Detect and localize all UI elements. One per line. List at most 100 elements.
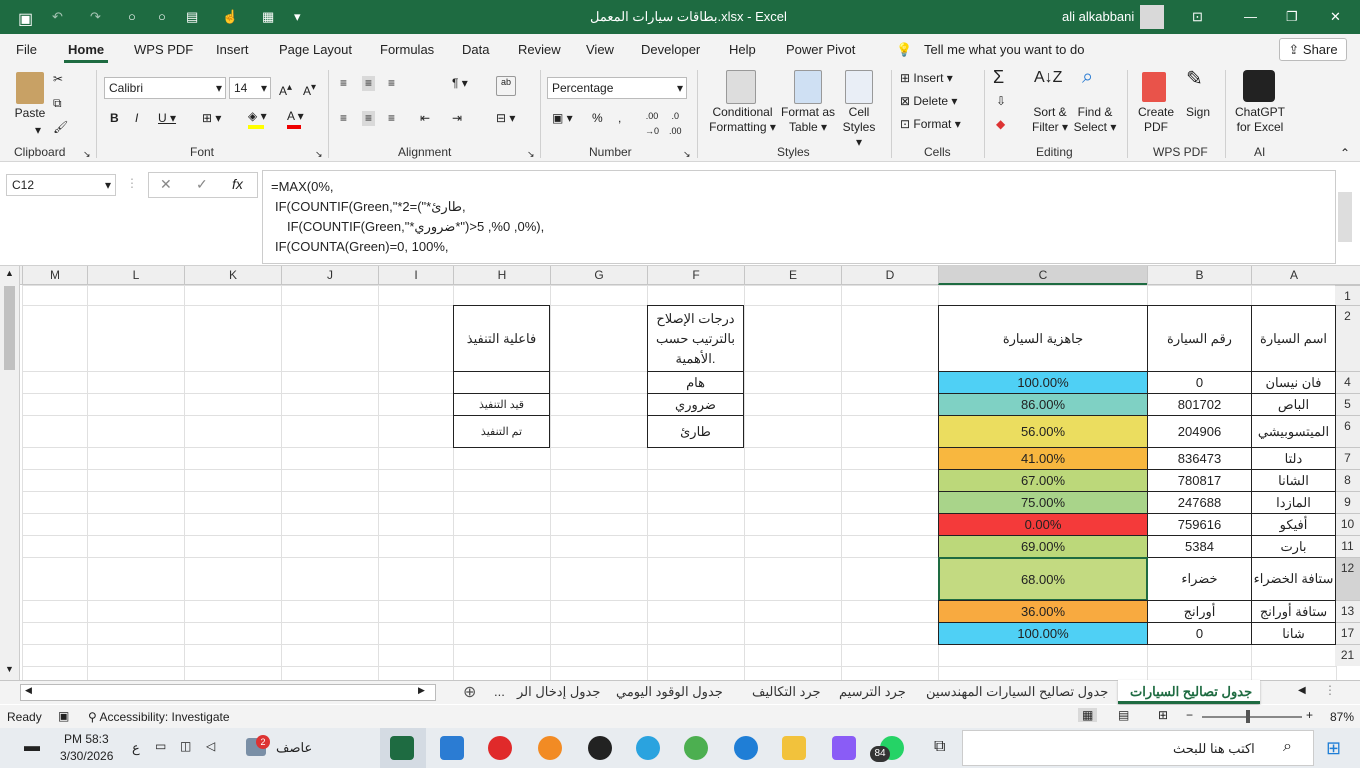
font-launcher-icon[interactable]: ↘: [315, 147, 323, 162]
conditional-formatting-icon[interactable]: [726, 70, 756, 104]
format-as-table-icon[interactable]: [794, 70, 822, 104]
cell-car-number[interactable]: أورانج: [1147, 600, 1252, 623]
cell-readiness[interactable]: 41.00%: [938, 447, 1148, 470]
fill-color-icon[interactable]: ◈ ▾: [248, 109, 267, 124]
decrease-decimal-icon[interactable]: .0.00: [669, 109, 682, 139]
language-indicator[interactable]: ع: [132, 740, 140, 756]
copy-icon[interactable]: ⧉: [53, 96, 62, 111]
cell-car-number[interactable]: 0: [1147, 371, 1252, 394]
paste-icon[interactable]: [16, 72, 44, 104]
cell-repair-grade[interactable]: طارئ: [647, 415, 744, 448]
zoom-out-icon[interactable]: −: [1186, 708, 1193, 722]
scroll-down-icon[interactable]: ▼: [5, 664, 14, 674]
row-header[interactable]: 7: [1335, 447, 1360, 469]
cell-readiness[interactable]: 36.00%: [938, 600, 1148, 623]
sheet-tab-stamps[interactable]: جرد الترسيم: [839, 684, 906, 700]
conditional-formatting-button[interactable]: Conditional Formatting ▾: [705, 105, 780, 135]
tab-review[interactable]: Review: [518, 42, 561, 57]
cell-car-number[interactable]: 5384: [1147, 535, 1252, 558]
row-header[interactable]: 10: [1335, 513, 1360, 535]
row-header[interactable]: 17: [1335, 622, 1360, 644]
cell-execution[interactable]: تم التنفيذ: [453, 415, 550, 448]
customize-icon[interactable]: ▾: [294, 9, 301, 25]
col-header-a[interactable]: A: [1251, 266, 1336, 285]
cell-execution[interactable]: قيد التنفيذ: [453, 393, 550, 416]
cell-styles-icon[interactable]: [845, 70, 873, 104]
opera-icon[interactable]: [488, 736, 512, 760]
cell-readiness[interactable]: 75.00%: [938, 491, 1148, 514]
font-color-icon[interactable]: A ▾: [287, 109, 304, 124]
chatgpt-icon[interactable]: [1243, 70, 1275, 102]
format-cells-button[interactable]: ⊡ Format ▾: [900, 117, 961, 132]
sheet-tab-active[interactable]: جدول تصاليح السيارات: [1118, 680, 1260, 704]
macro-record-icon[interactable]: ▣: [58, 709, 69, 723]
notification-icon[interactable]: ▬: [24, 738, 40, 756]
telegram-icon[interactable]: [636, 736, 660, 760]
cell-car-name[interactable]: بارت: [1251, 535, 1336, 558]
edge-icon[interactable]: [734, 736, 758, 760]
cell-car-number[interactable]: 780817: [1147, 469, 1252, 492]
paste-button[interactable]: Paste: [12, 106, 48, 121]
row-header[interactable]: 6: [1335, 415, 1360, 447]
cell-car-name[interactable]: ستافة أورانج: [1251, 600, 1336, 623]
align-right-icon[interactable]: ≡: [388, 111, 395, 126]
sheet-tabs-more-icon[interactable]: ⋮: [1324, 683, 1336, 697]
header-repair-grades[interactable]: درجات الإصلاح بالترتيب حسب الأهمية.: [647, 305, 744, 372]
ribbon-display-icon[interactable]: ⊡: [1192, 9, 1203, 25]
close-icon[interactable]: ✕: [1330, 9, 1341, 25]
cell-car-number[interactable]: خضراء: [1147, 557, 1252, 601]
tab-help[interactable]: Help: [729, 42, 756, 57]
normal-view-icon[interactable]: ▦: [1078, 708, 1098, 722]
sheet-tab-data-entry[interactable]: جدول إدخال الر: [517, 684, 600, 700]
circle-icon[interactable]: ○: [128, 9, 136, 24]
enter-icon[interactable]: ✓: [196, 176, 208, 193]
network-icon[interactable]: ◫: [180, 739, 191, 753]
battery-icon[interactable]: ▭: [155, 739, 166, 753]
align-middle-icon[interactable]: ≡: [362, 76, 376, 91]
italic-icon[interactable]: I: [135, 111, 138, 126]
clear-icon[interactable]: ◆: [996, 117, 1005, 132]
save-icon[interactable]: ▣: [18, 9, 33, 29]
delete-cells-button[interactable]: ⊠ Delete ▾: [900, 94, 957, 109]
align-top-icon[interactable]: ≡: [340, 76, 347, 91]
zoom-slider[interactable]: [1202, 716, 1302, 718]
chrome-icon[interactable]: [684, 736, 708, 760]
col-header-g[interactable]: G: [550, 266, 647, 285]
cell-readiness[interactable]: 67.00%: [938, 469, 1148, 492]
task-view-icon[interactable]: ⧉: [934, 738, 945, 756]
font-size-select[interactable]: 14 ▾: [229, 77, 271, 99]
row-header[interactable]: 4: [1335, 371, 1360, 393]
zoom-slider-thumb[interactable]: [1246, 710, 1250, 723]
format-painter-icon[interactable]: 🖌: [53, 120, 68, 135]
cancel-icon[interactable]: ✕: [160, 176, 172, 193]
cell-styles-button[interactable]: Cell Styles ▾: [838, 105, 880, 150]
col-header-i[interactable]: I: [378, 266, 453, 285]
page-layout-view-icon[interactable]: ▤: [1118, 708, 1129, 722]
cell-readiness-selected[interactable]: 68.00%: [938, 557, 1148, 601]
cell-car-name[interactable]: المازدا: [1251, 491, 1336, 514]
cell-car-name[interactable]: فان نيسان: [1251, 371, 1336, 394]
tab-file[interactable]: File: [16, 42, 37, 57]
increase-decimal-icon[interactable]: .00 →0: [645, 109, 659, 139]
col-header-k[interactable]: K: [184, 266, 281, 285]
name-box[interactable]: C12 ▾: [6, 174, 116, 196]
number-format-select[interactable]: Percentage ▾: [547, 77, 687, 99]
hscroll-right-icon[interactable]: ▶: [418, 685, 425, 696]
cell-repair-grade[interactable]: ضروري: [647, 393, 744, 416]
underline-icon[interactable]: U ▾: [158, 111, 176, 126]
clock-date[interactable]: 3/30/2026: [60, 749, 113, 763]
sheet-scroll-right-icon[interactable]: ◀: [1298, 685, 1306, 696]
col-header-m[interactable]: M: [22, 266, 87, 285]
sort-filter-icon[interactable]: A↓Z: [1034, 70, 1062, 86]
cell-readiness[interactable]: 100.00%: [938, 371, 1148, 394]
camera-icon[interactable]: ▤: [186, 9, 198, 25]
col-header-d[interactable]: D: [841, 266, 938, 285]
col-header-h[interactable]: H: [453, 266, 550, 285]
sheet-tab-more[interactable]: ...: [494, 684, 505, 699]
autosum-icon[interactable]: Σ: [993, 68, 1004, 86]
horizontal-scrollbar[interactable]: [20, 684, 436, 701]
row-header[interactable]: 13: [1335, 600, 1360, 622]
col-header-c[interactable]: C: [938, 266, 1147, 285]
chatgpt-app-icon[interactable]: [588, 736, 612, 760]
cell-car-name[interactable]: أفيكو: [1251, 513, 1336, 536]
